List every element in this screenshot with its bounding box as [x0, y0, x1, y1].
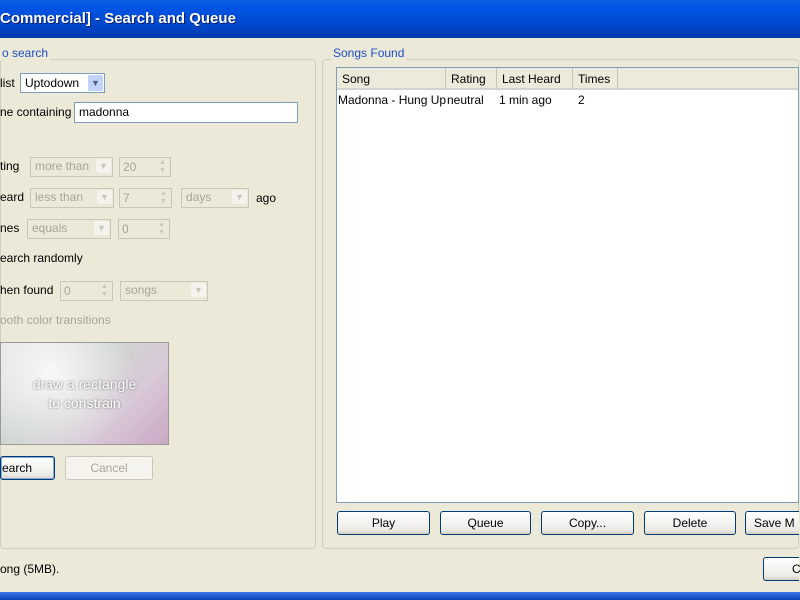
rating-value: 20: [123, 160, 137, 174]
songs-group-legend: Songs Found: [331, 46, 407, 60]
chevron-down-icon: ▼: [191, 283, 206, 297]
column-header-rating[interactable]: Rating: [446, 68, 497, 90]
rating-spinner[interactable]: 20 ▲ ▼: [119, 157, 171, 177]
times-operator-combo[interactable]: equals ▼: [27, 219, 111, 239]
rating-operator-value: more than: [35, 159, 90, 173]
spinner-arrows-icon: ▲ ▼: [160, 190, 167, 205]
spinner-arrows-icon: ▲ ▼: [101, 283, 108, 298]
search-button[interactable]: earch: [0, 456, 55, 480]
heard-label: eard: [0, 190, 25, 204]
heard-operator-combo[interactable]: less than ▼: [30, 188, 114, 208]
heard-operator-value: less than: [35, 190, 84, 204]
rating-cell: neutral: [447, 93, 484, 107]
heard-value: 7: [123, 191, 130, 205]
chevron-down-icon: ▼: [97, 190, 112, 204]
column-header-last-heard[interactable]: Last Heard: [497, 68, 573, 90]
playlist-label: list: [0, 76, 15, 90]
stop-unit-value: songs: [125, 283, 158, 297]
playlist-value: Uptodown: [25, 76, 80, 90]
delete-button[interactable]: Delete: [644, 511, 736, 535]
heard-spinner[interactable]: 7 ▲ ▼: [119, 188, 172, 208]
random-checkbox-label[interactable]: earch randomly: [0, 251, 83, 265]
color-hint-line1: draw a rectangle: [32, 376, 137, 392]
chevron-down-icon[interactable]: ▼: [88, 75, 103, 91]
heard-suffix: ago: [256, 191, 277, 205]
color-hint-line2: to constrain: [48, 395, 121, 411]
name-label: ne containing: [0, 105, 72, 119]
title-bar[interactable]: Commercial] - Search and Queue: [0, 0, 800, 38]
chevron-down-icon: ▼: [232, 190, 247, 204]
window-title: Commercial] - Search and Queue: [0, 10, 236, 27]
heard-unit-value: days: [186, 190, 212, 204]
stop-spinner[interactable]: 0 ▲ ▼: [60, 281, 113, 301]
window-bottom-border: [0, 592, 800, 600]
heard-unit-combo[interactable]: days ▼: [181, 188, 249, 208]
queue-button[interactable]: Queue: [440, 511, 531, 535]
search-group-legend: o search: [0, 46, 51, 60]
color-constraint-area[interactable]: draw a rectangle to constrain: [0, 342, 169, 445]
last-heard-cell: 1 min ago: [499, 93, 552, 107]
chevron-down-icon: ▼: [94, 221, 109, 235]
save-button[interactable]: Save M: [745, 511, 799, 535]
cancel-button[interactable]: Cancel: [65, 456, 153, 480]
spinner-arrows-icon: ▲ ▼: [158, 221, 165, 236]
column-header-filler: [618, 68, 798, 90]
times-value: 0: [122, 222, 129, 236]
column-header-times[interactable]: Times: [573, 68, 618, 90]
songs-list[interactable]: Song Rating Last Heard Times Madonna - H…: [336, 67, 799, 503]
stop-label: hen found: [0, 283, 54, 297]
play-button[interactable]: Play: [337, 511, 430, 535]
rating-operator-combo[interactable]: more than ▼: [30, 157, 113, 177]
status-text: ong (5MB).: [0, 562, 60, 576]
smooth-checkbox-label[interactable]: ooth color transitions: [0, 313, 111, 327]
name-input[interactable]: madonna: [74, 102, 298, 123]
chevron-down-icon: ▼: [96, 159, 111, 173]
spinner-arrows-icon: ▲ ▼: [159, 159, 166, 174]
song-cell: Madonna - Hung Up: [338, 93, 447, 107]
stop-unit-combo[interactable]: songs ▼: [120, 281, 208, 301]
times-operator-value: equals: [32, 221, 68, 235]
times-spinner[interactable]: 0 ▲ ▼: [118, 219, 170, 239]
rating-label: ting: [0, 159, 20, 173]
column-header-song[interactable]: Song: [337, 68, 446, 90]
playlist-combo[interactable]: Uptodown ▼: [20, 73, 105, 93]
times-label: nes: [0, 221, 20, 235]
close-button[interactable]: C: [763, 557, 800, 581]
stop-value: 0: [64, 284, 71, 298]
times-cell: 2: [578, 93, 585, 107]
copy-button[interactable]: Copy...: [541, 511, 634, 535]
